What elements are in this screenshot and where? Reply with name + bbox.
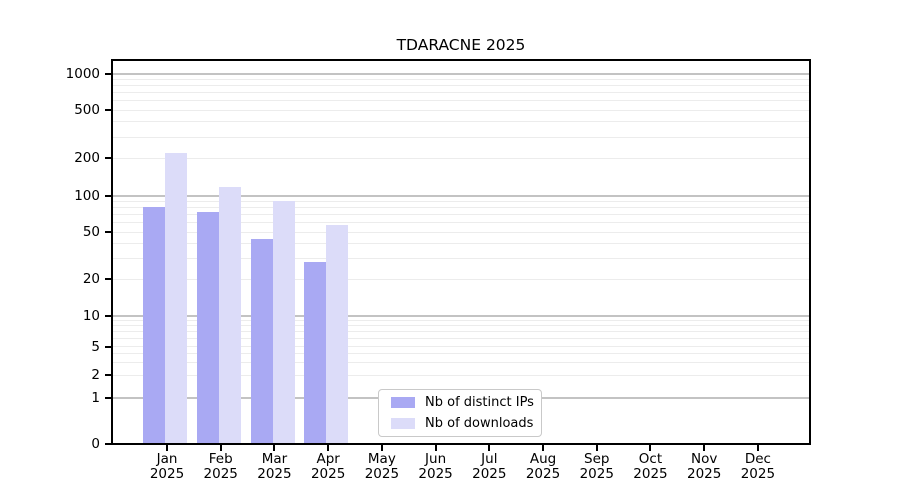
- bar-distinct-ips: [143, 207, 165, 443]
- y-tick: [105, 157, 111, 159]
- gridline-major: [113, 195, 809, 197]
- y-tick: [105, 443, 111, 445]
- y-tick-label: 0: [50, 436, 100, 452]
- x-tick-label: Dec2025: [730, 452, 786, 481]
- y-tick-label: 1000: [50, 66, 100, 82]
- x-tick-label: Jul2025: [461, 452, 517, 481]
- x-tick-year: 2025: [354, 467, 410, 482]
- legend-label-distinct-ips: Nb of distinct IPs: [425, 395, 534, 410]
- gridline-minor: [113, 110, 809, 111]
- x-tick-label: Sep2025: [569, 452, 625, 481]
- legend-swatch-downloads: [391, 418, 415, 429]
- legend-row-downloads: Nb of downloads: [391, 416, 541, 431]
- y-tick-label: 5: [50, 339, 100, 355]
- gridline-minor: [113, 79, 809, 80]
- x-tick-year: 2025: [461, 467, 517, 482]
- legend-row-distinct-ips: Nb of distinct IPs: [391, 395, 541, 410]
- x-tick-year: 2025: [730, 467, 786, 482]
- gridline-minor: [113, 92, 809, 93]
- y-tick-label: 2: [50, 367, 100, 383]
- bar-downloads: [165, 153, 187, 443]
- gridline-minor: [113, 85, 809, 86]
- x-tick-year: 2025: [569, 467, 625, 482]
- legend: Nb of distinct IPs Nb of downloads: [378, 389, 542, 437]
- y-tick: [105, 73, 111, 75]
- gridline-major: [113, 73, 809, 75]
- gridline-minor: [113, 158, 809, 159]
- x-tick-label: Nov2025: [676, 452, 732, 481]
- x-tick-year: 2025: [408, 467, 464, 482]
- x-tick-year: 2025: [246, 467, 302, 482]
- x-tick-label: Jun2025: [408, 452, 464, 481]
- bar-downloads: [326, 225, 348, 443]
- y-tick: [105, 346, 111, 348]
- x-tick-year: 2025: [139, 467, 195, 482]
- x-tick-label: Apr2025: [300, 452, 356, 481]
- y-tick: [105, 397, 111, 399]
- y-tick-label: 1: [50, 390, 100, 406]
- gridline-minor: [113, 137, 809, 138]
- y-tick-label: 10: [50, 308, 100, 324]
- x-tick-year: 2025: [676, 467, 732, 482]
- y-tick: [105, 278, 111, 280]
- y-tick: [105, 315, 111, 317]
- chart-title: TDARACNE 2025: [111, 36, 811, 54]
- y-tick-label: 500: [50, 102, 100, 118]
- x-tick-label: Jan2025: [139, 452, 195, 481]
- y-tick: [105, 195, 111, 197]
- y-tick-label: 200: [50, 150, 100, 166]
- x-tick-label: Oct2025: [622, 452, 678, 481]
- x-tick-year: 2025: [622, 467, 678, 482]
- gridline-minor: [113, 207, 809, 208]
- x-tick-label: Aug2025: [515, 452, 571, 481]
- bar-downloads: [219, 187, 241, 443]
- legend-swatch-distinct-ips: [391, 397, 415, 408]
- x-tick-year: 2025: [193, 467, 249, 482]
- bar-distinct-ips: [197, 212, 219, 443]
- y-tick-label: 100: [50, 188, 100, 204]
- bar-distinct-ips: [304, 262, 326, 443]
- x-tick-label: May2025: [354, 452, 410, 481]
- y-tick-label: 50: [50, 224, 100, 240]
- legend-label-downloads: Nb of downloads: [425, 416, 533, 431]
- y-tick: [105, 374, 111, 376]
- x-tick-label: Mar2025: [246, 452, 302, 481]
- y-tick: [105, 231, 111, 233]
- x-tick-label: Feb2025: [193, 452, 249, 481]
- gridline-minor: [113, 100, 809, 101]
- gridline-minor: [113, 201, 809, 202]
- y-tick-label: 20: [50, 271, 100, 287]
- bar-downloads: [273, 201, 295, 443]
- x-tick-year: 2025: [515, 467, 571, 482]
- x-tick-year: 2025: [300, 467, 356, 482]
- gridline-minor: [113, 121, 809, 122]
- bar-distinct-ips: [251, 239, 273, 443]
- y-tick: [105, 109, 111, 111]
- figure: TDARACNE 2025 Nb of distinct IPs Nb of d…: [0, 0, 900, 500]
